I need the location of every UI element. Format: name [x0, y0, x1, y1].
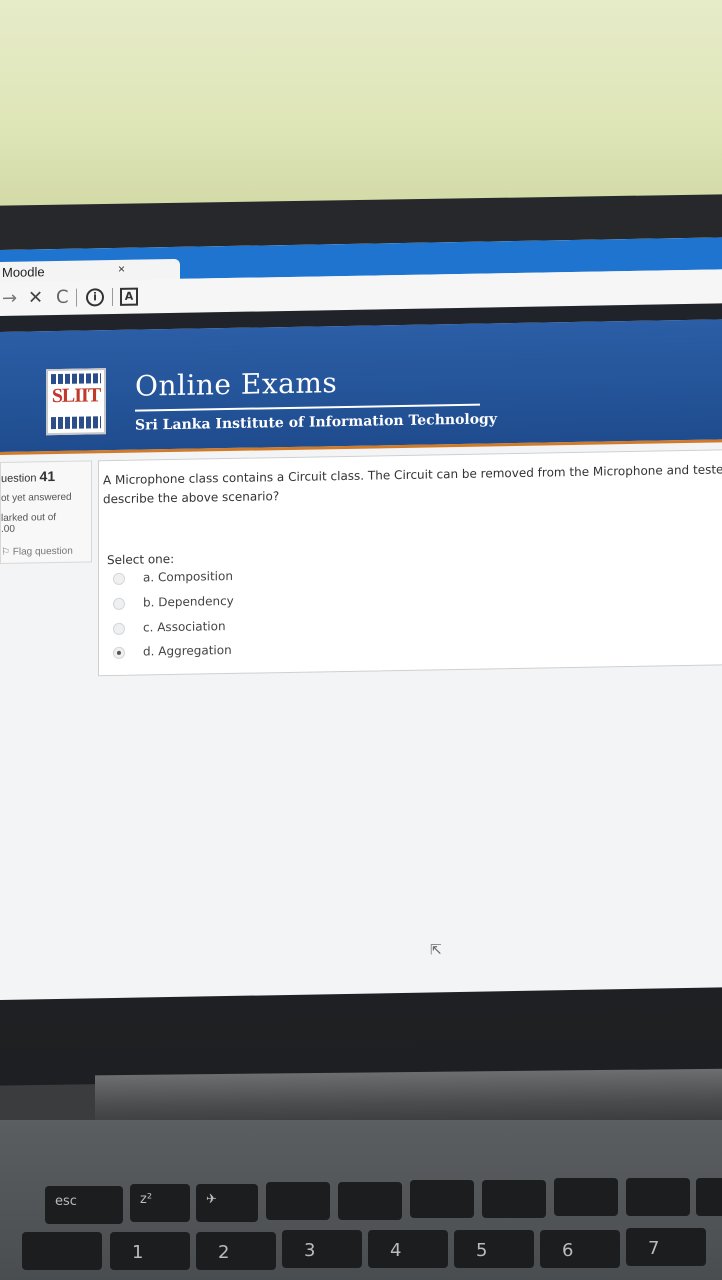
answer-option-label: d. Aggregation	[143, 642, 232, 659]
close-tab-icon[interactable]: ×	[118, 262, 125, 276]
laptop-hinge	[95, 1068, 722, 1128]
document-icon[interactable]: A	[120, 287, 138, 306]
question-state: ot yet answered	[1, 491, 72, 504]
select-one-prompt: Select one:	[107, 551, 175, 568]
key-label: ✈	[206, 1192, 217, 1207]
question-number-label: uestion	[1, 472, 37, 485]
keyboard-key[interactable]	[554, 1178, 618, 1216]
mouse-cursor-icon: ⇱	[430, 942, 442, 959]
keyboard-key[interactable]	[22, 1232, 102, 1270]
stop-icon[interactable]: ✕	[28, 287, 43, 308]
keyboard-key[interactable]: 6	[540, 1230, 620, 1268]
site-title: Online Exams	[135, 366, 338, 403]
sliit-logo[interactable]: SLIIT	[46, 368, 106, 436]
site-subtitle: Sri Lanka Institute of Information Techn…	[135, 411, 497, 434]
key-label: 3	[304, 1240, 316, 1261]
radio-button[interactable]	[113, 572, 125, 586]
question-formulation: A Microphone class contains a Circuit cl…	[98, 449, 722, 677]
radio-button[interactable]	[113, 622, 125, 636]
keyboard-key[interactable]	[696, 1178, 722, 1216]
question-marks: larked out of .00	[1, 512, 57, 535]
radio-button-selected[interactable]	[113, 646, 125, 660]
key-label: z²	[140, 1192, 153, 1207]
flag-icon: ⚐	[1, 546, 10, 558]
keyboard-key[interactable]	[338, 1182, 402, 1220]
question-text: A Microphone class contains a Circuit cl…	[103, 460, 722, 509]
question-number-value: 41	[39, 468, 56, 485]
logo-top-pattern	[51, 373, 101, 385]
info-icon[interactable]: i	[86, 288, 104, 307]
keyboard-key[interactable]: 1	[110, 1232, 190, 1270]
keyboard-key[interactable]	[482, 1180, 546, 1218]
laptop-screen: Moodle × → ✕ C i A SLIIT Online Exams Sr…	[0, 237, 722, 1000]
key-label: 1	[132, 1242, 144, 1263]
flag-question-label: Flag question	[12, 545, 73, 558]
key-label: 5	[476, 1240, 488, 1261]
key-label: 4	[390, 1240, 402, 1261]
title-divider	[135, 403, 480, 412]
keyboard-key[interactable]: esc	[45, 1186, 123, 1224]
wall-background	[0, 0, 722, 215]
key-label: esc	[55, 1194, 77, 1209]
answer-option-label: b. Dependency	[143, 593, 234, 610]
keyboard-key[interactable]	[266, 1182, 330, 1220]
keyboard-key[interactable]: 5	[454, 1230, 534, 1268]
answer-option-label: c. Association	[143, 619, 226, 635]
radio-button[interactable]	[113, 597, 125, 611]
keyboard-key[interactable]: 2	[196, 1232, 276, 1270]
tab-title: Moodle	[2, 264, 45, 280]
keyboard-key[interactable]: 4	[368, 1230, 448, 1268]
logo-text: SLIIT	[51, 384, 101, 408]
back-arrow-icon[interactable]: →	[2, 288, 17, 309]
question-info: uestion 41 ot yet answered larked out of…	[0, 460, 92, 564]
toolbar-divider	[112, 288, 113, 307]
keyboard-key[interactable]: ✈	[196, 1184, 258, 1222]
keyboard-key[interactable]: z²	[130, 1184, 190, 1222]
question-number: uestion 41	[1, 468, 55, 485]
keyboard-key[interactable]: 3	[282, 1230, 362, 1268]
key-label: 7	[648, 1238, 660, 1259]
key-label: 6	[562, 1240, 574, 1261]
site-banner: SLIIT Online Exams Sri Lanka Institute o…	[0, 319, 722, 455]
keyboard-key[interactable]	[626, 1178, 690, 1216]
flag-question-link[interactable]: ⚐ Flag question	[1, 546, 73, 558]
logo-bottom-pattern	[51, 416, 101, 430]
reload-icon[interactable]: C	[56, 287, 69, 308]
key-label: 2	[218, 1242, 230, 1263]
keyboard-deck: esc z² ✈ 1 2 3 4 5 6 7	[0, 1120, 722, 1280]
answer-option-label: a. Composition	[143, 568, 233, 585]
keyboard-key[interactable]	[410, 1180, 474, 1218]
toolbar-divider	[76, 288, 77, 307]
keyboard-key[interactable]: 7	[626, 1228, 706, 1266]
